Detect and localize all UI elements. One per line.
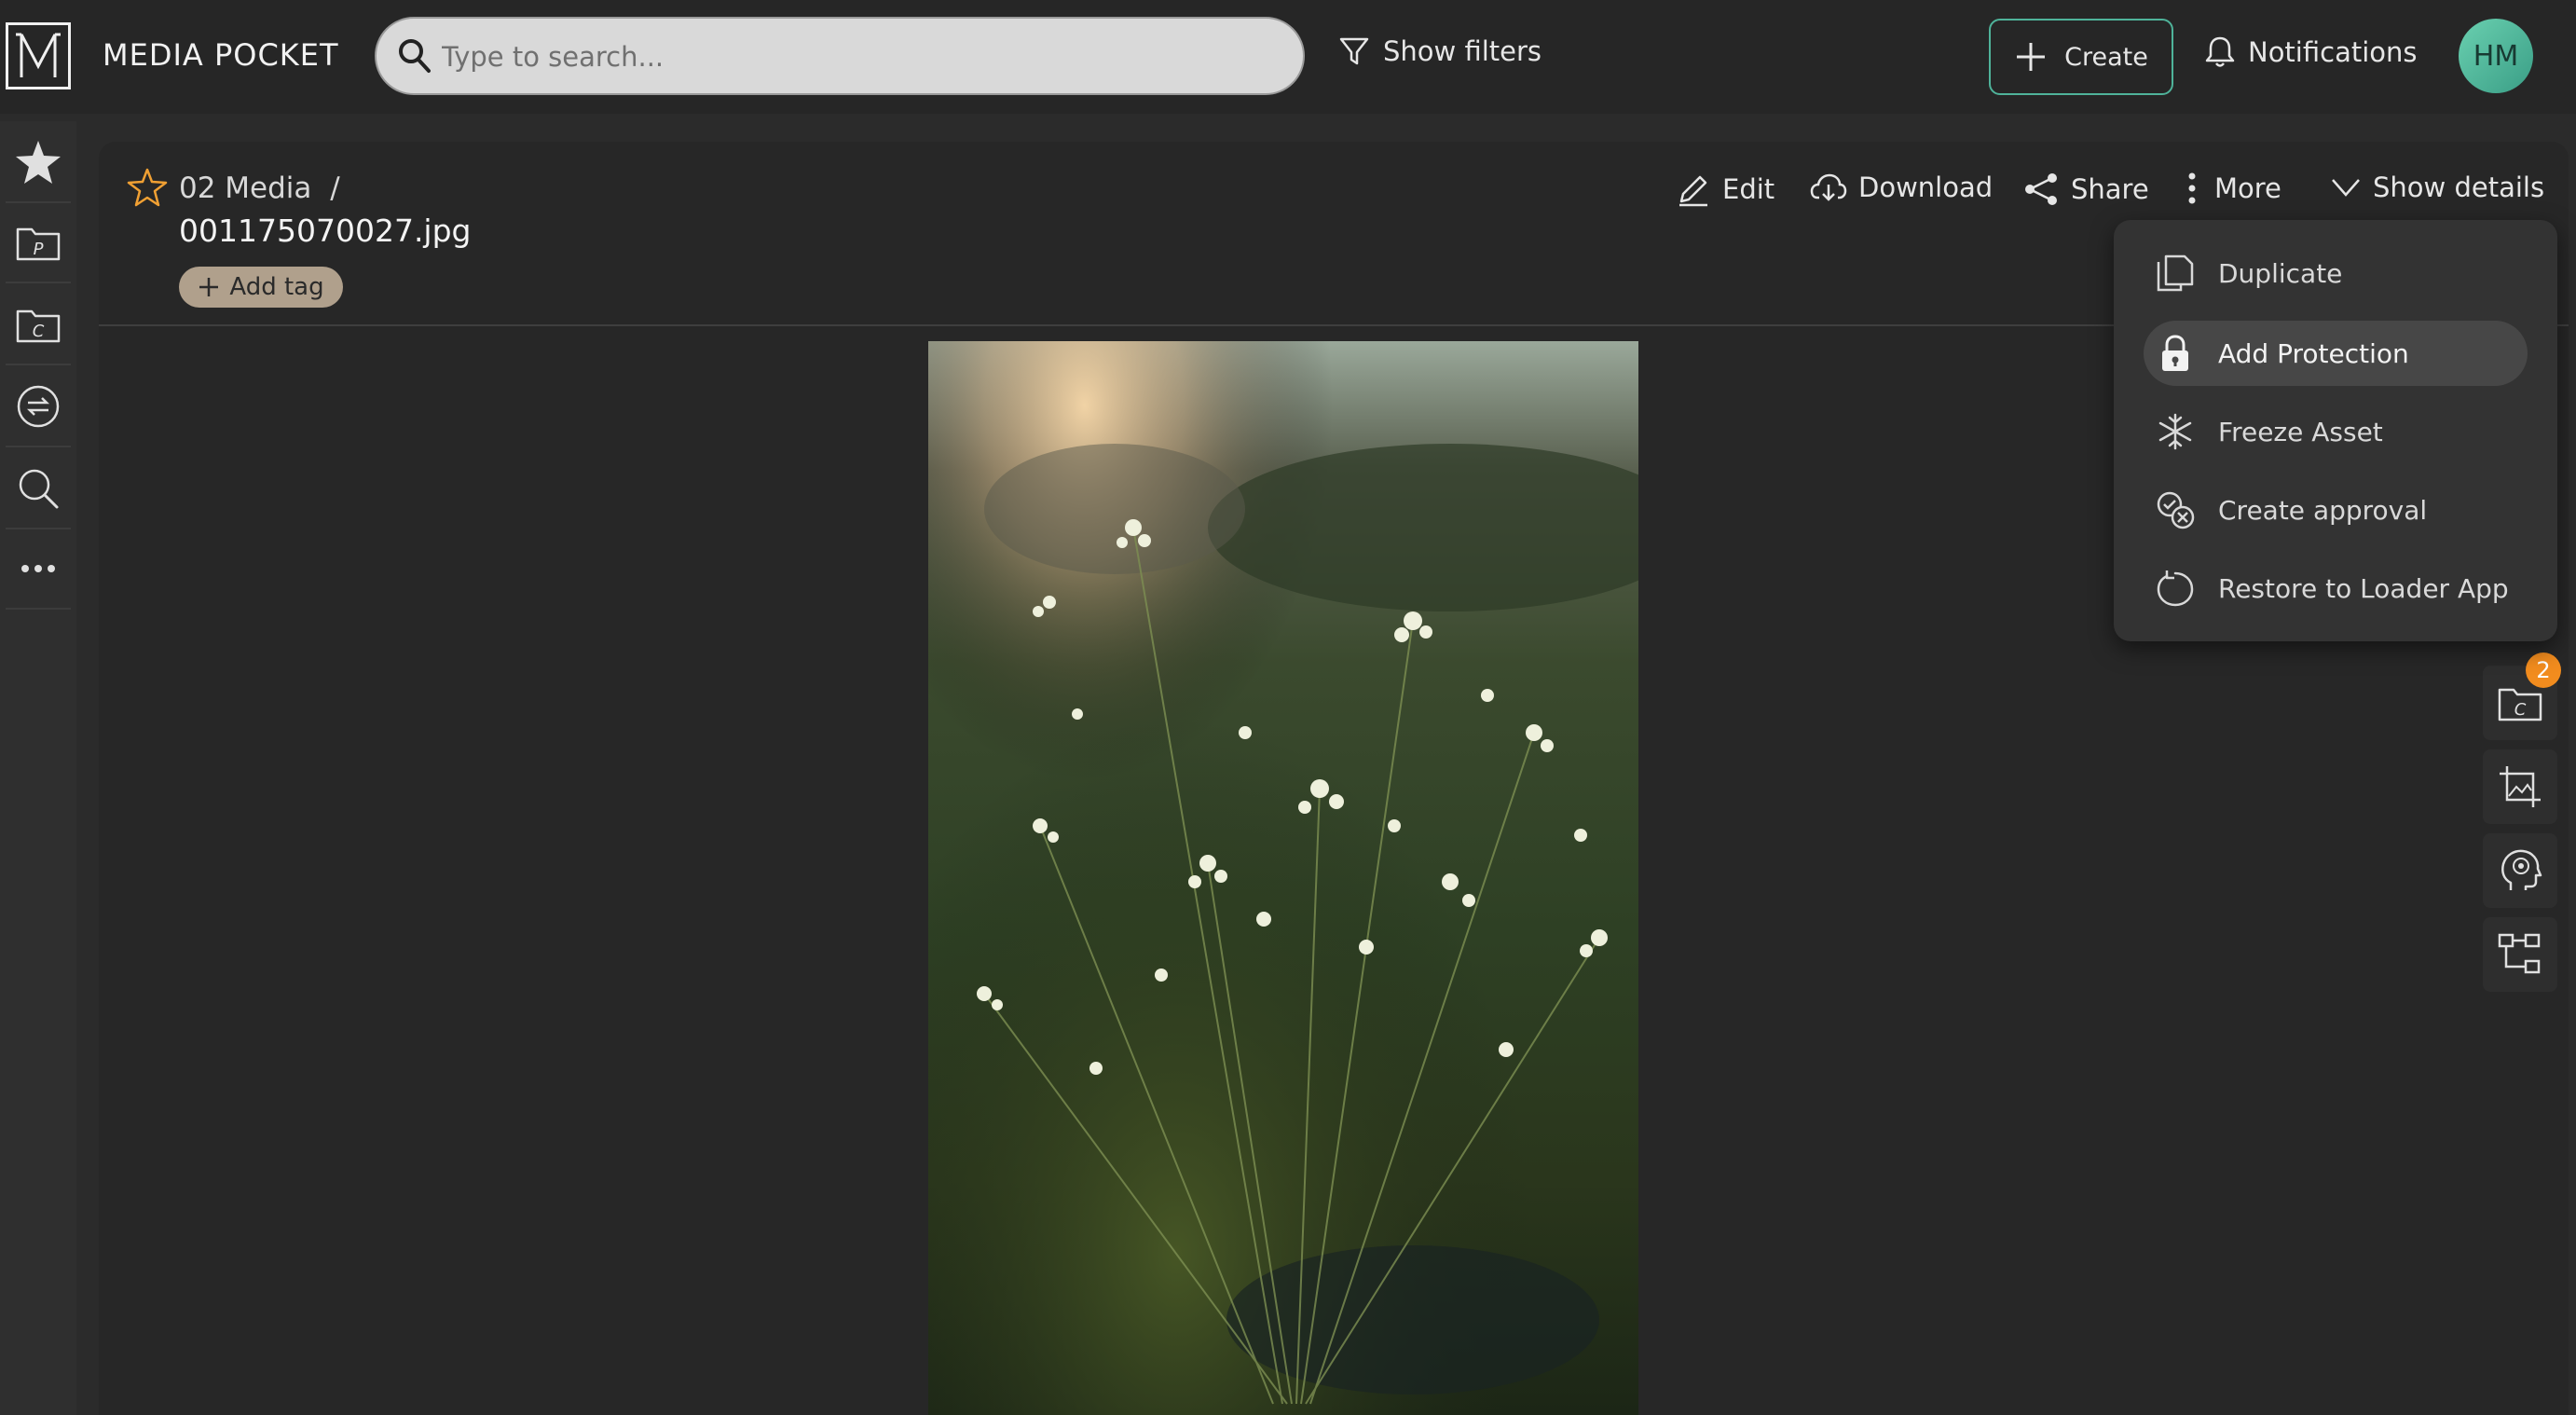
share-label: Share — [2071, 173, 2149, 205]
ellipsis-icon — [20, 563, 57, 574]
edit-button[interactable]: Edit — [1676, 172, 1774, 207]
sidebar-divider — [6, 282, 71, 283]
share-button[interactable]: Share — [2022, 172, 2149, 207]
sidebar-divider — [6, 446, 71, 447]
add-tag-label: Add tag — [229, 273, 324, 301]
add-tag-button[interactable]: Add tag — [179, 267, 343, 308]
asset-preview-image[interactable] — [928, 341, 1638, 1415]
sidebar-divider — [6, 608, 71, 610]
cloud-download-icon — [1810, 172, 1847, 203]
folder-c-icon: C — [2497, 682, 2543, 723]
crop-image-icon — [2498, 764, 2542, 809]
menu-item-create-approval[interactable]: Create approval — [2144, 477, 2528, 543]
transfer-icon — [15, 383, 62, 430]
menu-item-label: Duplicate — [2218, 257, 2343, 289]
search-input[interactable] — [440, 35, 1264, 78]
create-button[interactable]: Create — [1989, 19, 2173, 95]
folder-p-icon: P — [15, 222, 62, 263]
sidebar-item-favorites[interactable] — [0, 125, 76, 199]
restore-icon — [2153, 569, 2198, 608]
user-avatar[interactable]: HM — [2459, 19, 2533, 93]
favorite-star-icon[interactable] — [127, 168, 168, 207]
lock-icon — [2153, 334, 2198, 373]
menu-item-restore-to-loader[interactable]: Restore to Loader App — [2144, 556, 2528, 621]
download-button[interactable]: Download — [1810, 172, 1993, 203]
edit-label: Edit — [1722, 173, 1775, 205]
menu-item-add-protection[interactable]: Add Protection — [2144, 321, 2528, 386]
breadcrumb-separator: / — [330, 172, 340, 205]
more-button[interactable]: More — [2186, 172, 2281, 205]
menu-item-label: Restore to Loader App — [2218, 572, 2509, 604]
asset-filename: 001175070027.jpg — [179, 213, 472, 249]
collections-count-badge: 2 — [2526, 653, 2561, 688]
svg-text:P: P — [34, 240, 44, 259]
pencil-icon — [1676, 172, 1711, 207]
ai-head-icon — [2498, 847, 2542, 894]
create-label: Create — [2064, 42, 2148, 72]
folder-c-icon: C — [15, 304, 62, 345]
menu-item-freeze-asset[interactable]: Freeze Asset — [2144, 399, 2528, 464]
menu-item-label: Create approval — [2218, 494, 2428, 526]
sidebar-divider — [6, 201, 71, 203]
app-logo[interactable] — [6, 22, 71, 89]
plus-icon — [2014, 40, 2048, 74]
logo-m-icon — [16, 33, 61, 77]
sidebar-divider — [6, 528, 71, 529]
sidebar-item-projects[interactable]: P — [0, 205, 76, 280]
star-icon — [14, 139, 62, 185]
duplicate-icon — [2153, 253, 2198, 294]
snowflake-icon — [2153, 412, 2198, 451]
notifications-label: Notifications — [2248, 36, 2418, 68]
menu-item-label: Add Protection — [2218, 337, 2409, 369]
plus-icon — [198, 276, 220, 298]
chevron-down-icon — [2330, 177, 2362, 198]
ai-tool-button[interactable] — [2483, 833, 2557, 908]
svg-text:C: C — [2514, 700, 2527, 720]
menu-item-label: Freeze Asset — [2218, 416, 2383, 447]
vertical-ellipsis-icon — [2186, 172, 2198, 205]
sidebar-item-search[interactable] — [0, 451, 76, 526]
breadcrumb-folder[interactable]: 02 Media — [179, 172, 311, 205]
show-details-button[interactable]: Show details — [2330, 172, 2544, 203]
relations-tool-button[interactable] — [2483, 917, 2557, 992]
app-brand-name: MEDIA POCKET — [103, 37, 339, 73]
left-sidebar: P C — [0, 121, 76, 1415]
download-label: Download — [1858, 172, 1994, 203]
show-filters-button[interactable]: Show filters — [1338, 35, 1541, 67]
share-icon — [2022, 172, 2060, 207]
svg-text:C: C — [33, 322, 45, 341]
filter-icon — [1338, 35, 1370, 67]
bell-icon — [2205, 35, 2235, 69]
crop-tool-button[interactable] — [2483, 749, 2557, 824]
hierarchy-icon — [2498, 933, 2542, 976]
collections-tool-button[interactable]: C 2 — [2483, 653, 2561, 740]
sidebar-item-more[interactable] — [0, 531, 76, 606]
search-icon — [397, 37, 432, 75]
show-filters-label: Show filters — [1383, 35, 1542, 67]
top-bar: MEDIA POCKET Show filters Create Notific… — [0, 0, 2576, 114]
approval-icon — [2153, 489, 2198, 530]
sidebar-item-collections[interactable]: C — [0, 287, 76, 362]
show-details-label: Show details — [2373, 172, 2545, 203]
menu-item-duplicate[interactable]: Duplicate — [2144, 240, 2528, 306]
more-label: More — [2214, 172, 2281, 204]
search-icon — [16, 466, 61, 511]
sidebar-divider — [6, 364, 71, 365]
notifications-button[interactable]: Notifications — [2205, 35, 2418, 69]
breadcrumb: 02 Media / — [179, 172, 340, 205]
sidebar-item-transfers[interactable] — [0, 369, 76, 444]
search-bar[interactable] — [375, 17, 1305, 95]
more-dropdown-menu: Duplicate Add Protection Freeze Asset Cr… — [2114, 220, 2557, 641]
